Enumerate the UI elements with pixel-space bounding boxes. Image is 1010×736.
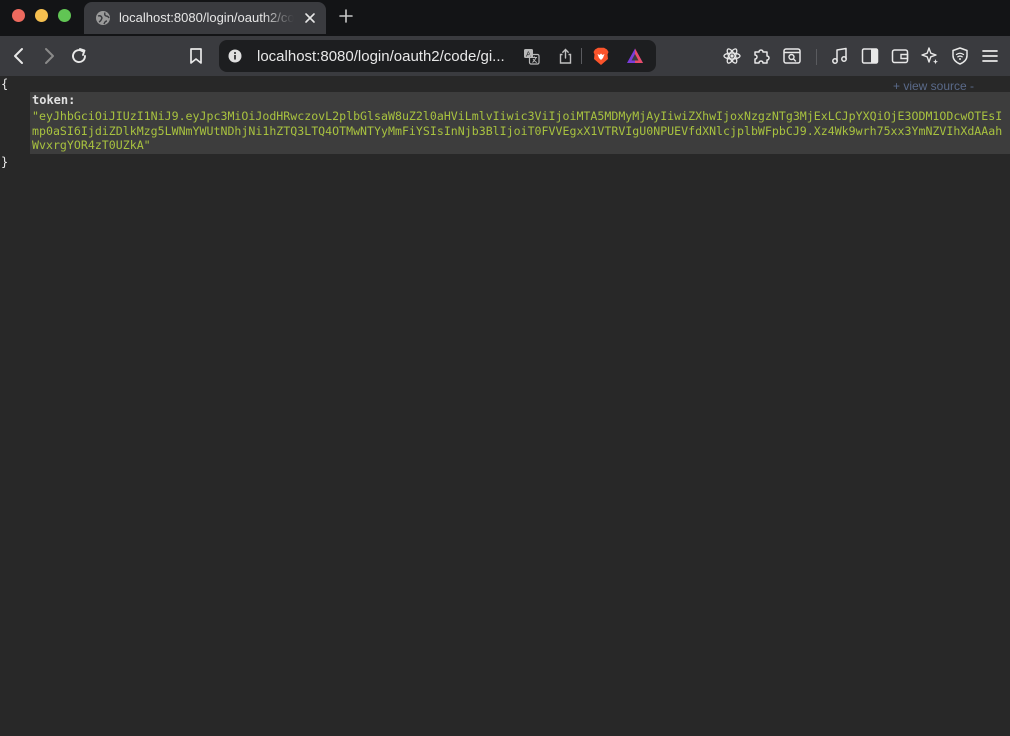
tab-title: localhost:8080/login/oauth2/code/github?…	[119, 10, 294, 25]
media-icon[interactable]	[830, 46, 850, 66]
close-icon[interactable]	[302, 10, 318, 26]
json-row-token[interactable]: token: "eyJhbGciOiJIUzI1NiJ9.eyJpc3MiOiJ…	[30, 92, 1010, 154]
extensions-icon[interactable]	[752, 46, 772, 66]
wallet-icon[interactable]	[890, 46, 910, 66]
json-key: token:	[32, 93, 76, 107]
url-divider	[581, 48, 582, 64]
forward-arrow-icon[interactable]	[39, 46, 59, 66]
active-tab[interactable]: localhost:8080/login/oauth2/code/github?…	[84, 2, 326, 34]
url-text[interactable]: localhost:8080/login/oauth2/code/gi...	[257, 48, 512, 65]
view-source-toggle[interactable]: + view source -	[893, 78, 1010, 95]
translate-icon[interactable]: A	[523, 48, 540, 65]
address-bar[interactable]: localhost:8080/login/oauth2/code/gi... A	[219, 40, 656, 72]
search-tabs-icon[interactable]	[782, 46, 802, 66]
zoom-window-button[interactable]	[58, 9, 71, 22]
share-icon[interactable]	[557, 48, 574, 65]
globe-icon	[96, 11, 110, 25]
plus-icon[interactable]	[337, 7, 355, 25]
site-info-icon[interactable]	[228, 49, 242, 63]
json-string-value[interactable]: "eyJhbGciOiJIUzI1NiJ9.eyJpc3MiOiJodHRwcz…	[32, 109, 1007, 153]
json-viewer: { token: "eyJhbGciOiJIUzI1NiJ9.eyJpc3MiO…	[0, 76, 1010, 736]
react-devtools-icon[interactable]	[722, 46, 742, 66]
vpn-icon[interactable]	[950, 46, 970, 66]
close-window-button[interactable]	[12, 9, 25, 22]
browser-toolbar: localhost:8080/login/oauth2/code/gi... A	[0, 36, 1010, 76]
json-open-brace: {	[1, 77, 9, 91]
sidebar-icon[interactable]	[860, 46, 880, 66]
reload-icon[interactable]	[69, 46, 89, 66]
leo-ai-icon[interactable]	[920, 46, 940, 66]
back-arrow-icon[interactable]	[9, 46, 29, 66]
minimize-window-button[interactable]	[35, 9, 48, 22]
brave-rewards-icon[interactable]	[626, 47, 644, 65]
menu-icon[interactable]	[980, 46, 1000, 66]
brave-shields-icon[interactable]	[592, 47, 610, 66]
bookmark-icon[interactable]	[186, 46, 206, 66]
tab-strip: localhost:8080/login/oauth2/code/github?…	[0, 0, 1010, 36]
json-close-brace: }	[1, 155, 9, 169]
toolbar-divider	[816, 49, 817, 65]
